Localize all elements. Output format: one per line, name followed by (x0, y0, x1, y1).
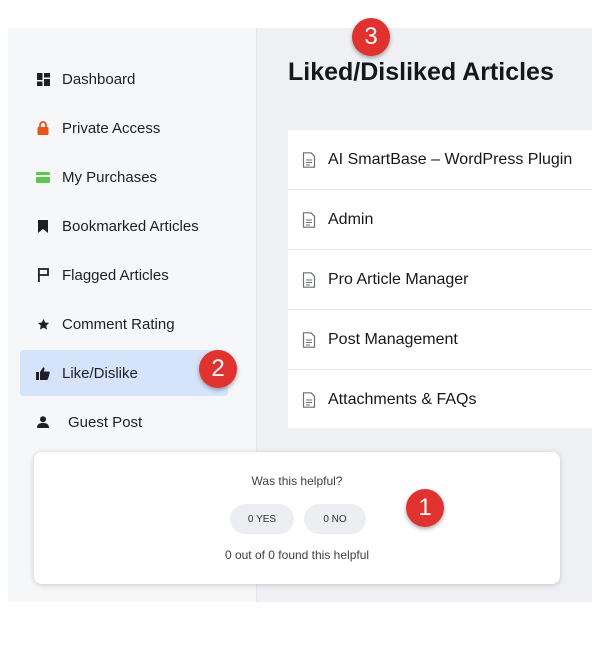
sidebar-item-dashboard[interactable]: Dashboard (20, 56, 228, 102)
document-icon (302, 391, 316, 408)
star-icon (36, 317, 50, 331)
sidebar-item-bookmarked-articles[interactable]: Bookmarked Articles (20, 203, 228, 249)
bookmark-icon (36, 219, 50, 233)
credit-card-icon (36, 170, 50, 184)
article-title: Attachments & FAQs (328, 390, 477, 408)
user-icon (36, 415, 50, 429)
annotation-marker-2: 2 (199, 350, 237, 388)
helpful-question: Was this helpful? (251, 474, 343, 488)
list-item[interactable]: Admin (288, 190, 592, 250)
list-item[interactable]: AI SmartBase – WordPress Plugin (288, 130, 592, 190)
document-icon (302, 211, 316, 228)
vote-no-button[interactable]: 0 NO (304, 504, 366, 534)
sidebar-item-label: Private Access (62, 119, 161, 137)
list-item[interactable]: Pro Article Manager (288, 250, 592, 310)
article-title: Post Management (328, 330, 458, 348)
sidebar-item-label: Flagged Articles (62, 266, 169, 284)
page-title: Liked/Disliked Articles (288, 58, 554, 86)
sidebar-item-comment-rating[interactable]: Comment Rating (20, 301, 228, 347)
sidebar-item-label: Comment Rating (62, 315, 175, 333)
helpful-count-text: 0 out of 0 found this helpful (224, 548, 370, 562)
helpful-feedback-card: Was this helpful? 0 YES 0 NO 0 out of 0 … (34, 452, 560, 584)
sidebar-item-label: My Purchases (62, 168, 158, 186)
article-list: AI SmartBase – WordPress Plugin Admin Pr… (288, 130, 592, 428)
sidebar-item-label: Guest Post (68, 413, 143, 431)
annotation-marker-3: 3 (352, 18, 390, 56)
document-icon (302, 331, 316, 348)
article-title: Admin (328, 210, 374, 228)
lock-icon (36, 121, 50, 135)
sidebar-item-guest-post[interactable]: Guest Post (20, 399, 228, 445)
sidebar-item-label: Like/Dislike (62, 364, 138, 382)
list-item[interactable]: Post Management (288, 310, 592, 370)
sidebar-item-my-purchases[interactable]: My Purchases (20, 154, 228, 200)
sidebar-item-label: Dashboard (62, 70, 136, 88)
document-icon (302, 151, 316, 168)
document-icon (302, 271, 316, 288)
sidebar-item-like-dislike[interactable]: Like/Dislike (20, 350, 228, 396)
dashboard-icon (36, 72, 50, 86)
article-title: AI SmartBase – WordPress Plugin (328, 150, 573, 168)
sidebar-item-private-access[interactable]: Private Access (20, 105, 228, 151)
thumbs-up-icon (36, 366, 50, 380)
sidebar-item-label: Bookmarked Articles (62, 217, 199, 235)
sidebar-item-flagged-articles[interactable]: Flagged Articles (20, 252, 228, 298)
flag-icon (36, 268, 50, 282)
article-title: Pro Article Manager (328, 270, 469, 288)
list-item[interactable]: Attachments & FAQs (288, 370, 592, 429)
annotation-marker-1: 1 (406, 489, 444, 527)
vote-yes-button[interactable]: 0 YES (230, 504, 294, 534)
